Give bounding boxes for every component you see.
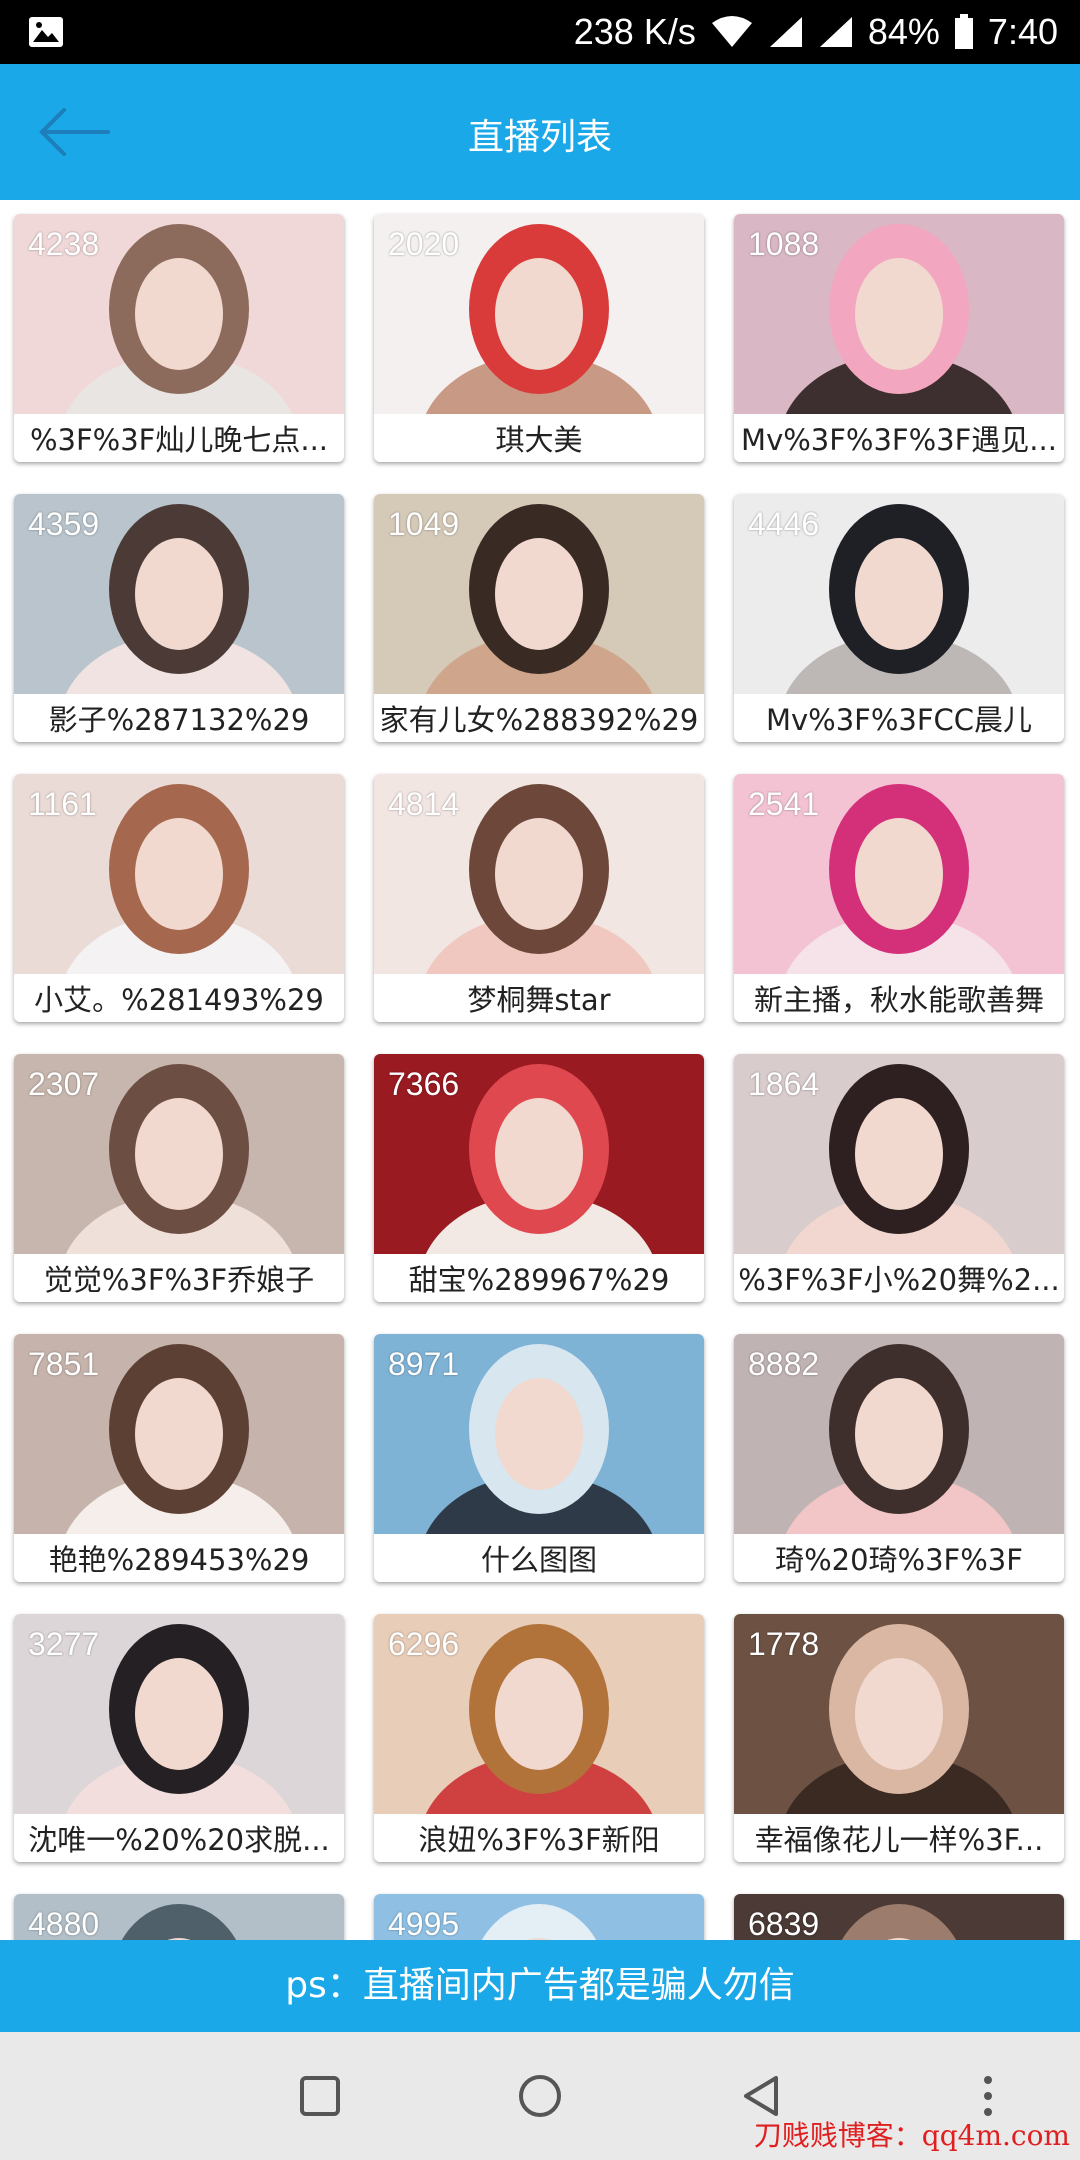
- viewer-count: 8971: [388, 1346, 460, 1382]
- stream-title: 小艾。%281493%29: [34, 983, 324, 1017]
- stream-title: 浪妞%3F%3F新阳: [418, 1823, 660, 1857]
- viewer-count: 4995: [388, 1906, 460, 1940]
- triangle-back-icon[interactable]: [738, 2072, 786, 2120]
- page-title: 直播列表: [467, 117, 612, 158]
- viewer-count: 4814: [388, 786, 460, 822]
- stream-title: 觉觉%3F%3F乔娘子: [43, 1263, 315, 1297]
- dots-icon[interactable]: [976, 2072, 1000, 2120]
- watermark: 刀贱贱博客：qq4m.com: [753, 2119, 1070, 2152]
- stream-title: 幸福像花儿一样%3F...: [754, 1823, 1044, 1857]
- viewer-count: 4359: [28, 506, 100, 542]
- stream-card[interactable]: 3277 沈唯一%20%20求脱...: [14, 1614, 344, 1862]
- viewer-count: 7851: [28, 1346, 100, 1382]
- stream-card[interactable]: 4238 %3F%3F灿儿晚七点...: [14, 214, 344, 462]
- stream-title: 新主播，秋水能歌善舞: [753, 983, 1044, 1017]
- stream-card[interactable]: 4814 梦桐舞star: [374, 774, 704, 1022]
- cellular-signal-icon-2: [819, 17, 852, 47]
- status-bar: 238 K/s 84% 7:40: [0, 0, 1080, 64]
- wifi-icon: [711, 16, 752, 47]
- network-speed: 238 K/s: [573, 11, 696, 52]
- stream-title: %3F%3F灿儿晚七点...: [29, 423, 329, 457]
- notice-banner: ps：直播间内广告都是骗人勿信: [0, 1940, 1080, 2032]
- stream-card[interactable]: 7851 艳艳%289453%29: [14, 1334, 344, 1582]
- stream-title: Mv%3F%3FCC晨儿: [765, 703, 1033, 737]
- cellular-signal-icon: [769, 17, 802, 47]
- battery-percent: 84%: [867, 11, 940, 52]
- stream-card[interactable]: 2541 新主播，秋水能歌善舞: [734, 774, 1064, 1022]
- stream-title: 甜宝%289967%29: [408, 1263, 670, 1297]
- stream-card[interactable]: 8971 什么图图: [374, 1334, 704, 1582]
- stream-title: 家有儿女%288392%29: [379, 703, 699, 737]
- viewer-count: 2541: [748, 786, 820, 822]
- stream-title: 沈唯一%20%20求脱...: [28, 1823, 330, 1857]
- stream-grid: 4238 %3F%3F灿儿晚七点... 2020 琪大美 1088 Mv%3F%3F%3F…: [0, 200, 1080, 1940]
- stream-title: %3F%3F小%20舞%2...: [738, 1263, 1060, 1297]
- viewer-count: 2307: [28, 1066, 100, 1102]
- stream-card[interactable]: 1778 幸福像花儿一样%3F...: [734, 1614, 1064, 1862]
- stream-title: 什么图图: [480, 1543, 597, 1577]
- status-left: [0, 16, 64, 48]
- stream-title: 琦%20琦%3F%3F: [775, 1543, 1023, 1577]
- viewer-count: 2020: [388, 226, 460, 262]
- viewer-count: 1088: [748, 226, 820, 262]
- image-icon: [29, 17, 63, 47]
- system-nav-bar: 刀贱贱博客：qq4m.com: [0, 2032, 1080, 2160]
- stream-card[interactable]: 6839: [734, 1894, 1064, 1940]
- stream-title: 艳艳%289453%29: [48, 1543, 310, 1577]
- stream-card[interactable]: 8882 琦%20琦%3F%3F: [734, 1334, 1064, 1582]
- stream-card[interactable]: 1161 小艾。%281493%29: [14, 774, 344, 1022]
- viewer-count: 4446: [748, 506, 820, 542]
- viewer-count: 7366: [388, 1066, 460, 1102]
- viewer-count: 1049: [388, 506, 460, 542]
- stream-card[interactable]: 6296 浪妞%3F%3F新阳: [374, 1614, 704, 1862]
- status-right: 238 K/s 84% 7:40: [574, 11, 1080, 53]
- stream-card[interactable]: 4359 影子%287132%29: [14, 494, 344, 742]
- stream-card[interactable]: 4995: [374, 1894, 704, 1940]
- viewer-count: 6296: [388, 1626, 460, 1662]
- stream-card[interactable]: 2020 琪大美: [374, 214, 704, 462]
- stream-title: Mv%3F%3F%3F遇见...: [741, 423, 1057, 457]
- stream-card[interactable]: 4880: [14, 1894, 344, 1940]
- viewer-count: 1864: [748, 1066, 820, 1102]
- stream-card[interactable]: 2307 觉觉%3F%3F乔娘子: [14, 1054, 344, 1302]
- stream-card[interactable]: 1049 家有儿女%288392%29: [374, 494, 704, 742]
- stream-title: 琪大美: [495, 423, 583, 457]
- stream-card[interactable]: 4446 Mv%3F%3FCC晨儿: [734, 494, 1064, 742]
- stream-card[interactable]: 1088 Mv%3F%3F%3F遇见...: [734, 214, 1064, 462]
- viewer-count: 1161: [28, 786, 97, 822]
- square-icon[interactable]: [296, 2072, 344, 2120]
- stream-title: 梦桐舞star: [467, 983, 611, 1017]
- stream-title: 影子%287132%29: [48, 703, 310, 737]
- viewer-count: 4880: [28, 1906, 100, 1940]
- clock: 7:40: [987, 11, 1058, 52]
- viewer-count: 4238: [28, 226, 100, 262]
- viewer-count: 6839: [748, 1906, 820, 1940]
- stream-card[interactable]: 1864 %3F%3F小%20舞%2...: [734, 1054, 1064, 1302]
- viewer-count: 3277: [28, 1626, 100, 1662]
- viewer-count: 1778: [748, 1626, 820, 1662]
- circle-icon[interactable]: [516, 2072, 564, 2120]
- battery-icon: [954, 14, 973, 49]
- stream-card[interactable]: 7366 甜宝%289967%29: [374, 1054, 704, 1302]
- app-bar: 直播列表: [0, 64, 1080, 200]
- viewer-count: 8882: [748, 1346, 820, 1382]
